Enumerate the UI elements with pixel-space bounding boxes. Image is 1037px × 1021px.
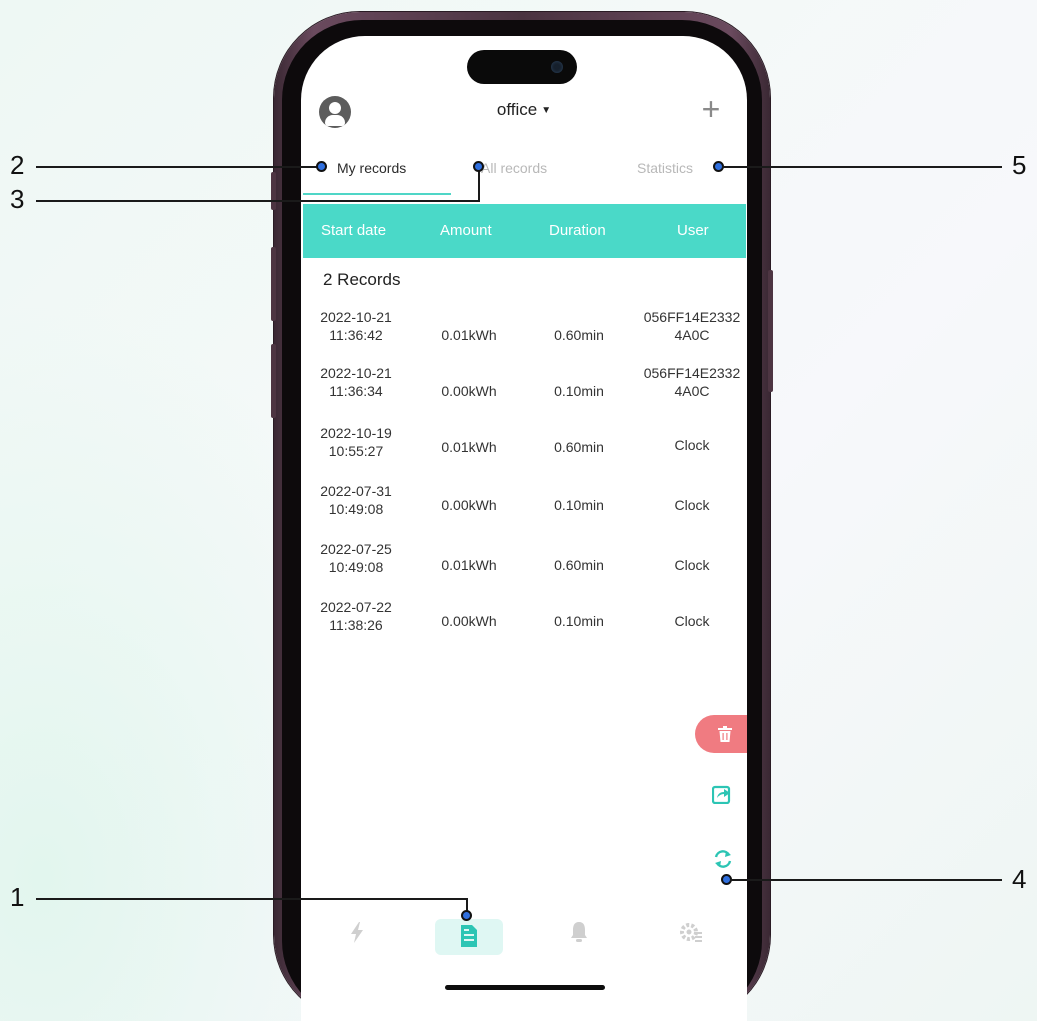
date-text: 2022-07-22 — [320, 599, 392, 615]
export-button[interactable] — [711, 784, 732, 809]
start-date-cell: 2022-07-31 10:49:08 — [301, 482, 411, 518]
user-text: 056FF14E2332 — [643, 365, 741, 381]
volume-down-button — [271, 344, 276, 418]
add-button[interactable]: + — [693, 92, 729, 128]
tab-statistics[interactable]: Statistics — [637, 160, 693, 176]
date-text: 2022-07-31 — [320, 483, 392, 499]
lightning-icon — [351, 922, 363, 943]
callout-vline-3 — [478, 167, 480, 202]
duration-cell: 0.10min — [554, 383, 604, 399]
time-text: 11:36:42 — [329, 327, 383, 343]
refresh-button[interactable] — [712, 848, 734, 875]
user-text-cont: 4A0C — [674, 327, 710, 343]
nav-item-settings[interactable] — [675, 916, 707, 948]
home-indicator[interactable] — [445, 985, 605, 990]
duration-cell: 0.10min — [554, 613, 604, 629]
caret-down-icon: ▼ — [541, 105, 552, 116]
duration-cell: 0.60min — [554, 557, 604, 573]
callout-number-4: 4 — [1012, 864, 1027, 894]
avatar-head-shape — [329, 102, 341, 114]
start-date-cell: 2022-07-22 11:38:26 — [301, 598, 411, 634]
callout-line-1 — [36, 898, 468, 900]
time-text: 10:49:08 — [328, 501, 384, 517]
callout-number-1: 1 — [10, 882, 25, 912]
column-header-amount: Amount — [440, 222, 492, 239]
power-button — [768, 270, 773, 392]
nav-item-notifications[interactable] — [563, 916, 595, 948]
callout-dot-3 — [473, 161, 484, 172]
table-row[interactable]: 2022-10-19 10:55:27 0.01kWh 0.60min Clock — [301, 424, 747, 480]
duration-cell: 0.10min — [554, 497, 604, 513]
tab-bar: My records All records Statistics — [301, 148, 747, 196]
date-text: 2022-10-21 — [320, 365, 392, 381]
document-icon — [461, 925, 477, 947]
callout-number-2: 2 — [10, 150, 25, 180]
user-cell: Clock — [674, 497, 710, 513]
share-icon — [711, 785, 731, 805]
table-row[interactable]: 2022-10-21 11:36:42 0.01kWh 0.60min 056FF… — [301, 308, 747, 364]
duration-cell: 0.60min — [554, 327, 604, 343]
table-row[interactable]: 2022-07-22 11:38:26 0.00kWh 0.10min Clock — [301, 598, 747, 654]
site-name: office — [496, 100, 538, 119]
action-button — [271, 172, 276, 210]
app-screen: office ▼ + My records All records Statist… — [301, 36, 747, 1021]
time-text: 10:49:08 — [328, 559, 384, 575]
callout-line-2 — [36, 166, 320, 168]
volume-up-button — [271, 247, 276, 321]
start-date-cell: 2022-10-19 10:55:27 — [301, 424, 411, 460]
callout-line-5 — [722, 166, 1002, 168]
amount-cell: 0.00kWh — [441, 383, 497, 399]
table-row[interactable]: 2022-07-31 10:49:08 0.00kWh 0.10min Clock — [301, 482, 747, 538]
table-row[interactable]: 2022-07-25 10:49:08 0.01kWh 0.60min Clock — [301, 540, 747, 596]
column-header-duration: Duration — [549, 222, 606, 239]
start-date-cell: 2022-10-21 11:36:42 — [301, 308, 411, 344]
bell-icon — [571, 922, 587, 942]
callout-line-4 — [730, 879, 1002, 881]
amount-cell: 0.00kWh — [441, 613, 497, 629]
table-row[interactable]: 2022-10-21 11:36:34 0.00kWh 0.10min 056FF… — [301, 364, 747, 420]
date-text: 2022-10-21 — [320, 309, 392, 325]
start-date-cell: 2022-10-21 11:36:34 — [301, 364, 411, 400]
tab-all-records[interactable]: All records — [481, 160, 547, 176]
user-text: 056FF14E2332 — [643, 309, 741, 325]
user-cell: Clock — [674, 437, 710, 453]
callout-number-5: 5 — [1012, 150, 1027, 180]
date-text: 2022-10-19 — [320, 425, 392, 441]
site-selector[interactable]: office ▼ — [451, 100, 597, 120]
trash-icon — [718, 726, 732, 742]
table-header: Start date Amount Duration User — [303, 204, 746, 258]
amount-cell: 0.00kWh — [441, 497, 497, 513]
settings-icon — [680, 923, 702, 942]
amount-cell: 0.01kWh — [441, 439, 497, 455]
nav-item-records[interactable] — [453, 920, 485, 952]
callout-number-3: 3 — [10, 184, 25, 214]
time-text: 10:55:27 — [328, 443, 384, 459]
camera-icon — [551, 61, 563, 73]
user-cell: Clock — [674, 557, 710, 573]
column-header-start-date: Start date — [321, 222, 387, 239]
time-text: 11:38:26 — [329, 617, 383, 633]
callout-dot-1 — [461, 910, 472, 921]
date-text: 2022-07-25 — [320, 541, 392, 557]
callout-dot-2 — [316, 161, 327, 172]
user-cell: 056FF14E2332 4A0C — [637, 308, 747, 344]
active-tab-indicator — [303, 193, 451, 195]
time-text: 11:36:34 — [329, 383, 383, 399]
avatar-body-shape — [325, 115, 345, 126]
callout-line-3 — [36, 200, 480, 202]
delete-button[interactable] — [695, 715, 747, 753]
user-text-cont: 4A0C — [674, 383, 710, 399]
duration-cell: 0.60min — [554, 439, 604, 455]
start-date-cell: 2022-07-25 10:49:08 — [301, 540, 411, 576]
column-header-user: User — [677, 222, 709, 239]
user-cell: Clock — [674, 613, 710, 629]
user-cell: 056FF14E2332 4A0C — [637, 364, 747, 400]
tab-my-records[interactable]: My records — [337, 160, 406, 176]
nav-item-charging[interactable] — [341, 916, 373, 948]
amount-cell: 0.01kWh — [441, 557, 497, 573]
refresh-icon — [714, 850, 732, 868]
avatar[interactable] — [319, 96, 351, 128]
records-count: 2 Records — [323, 270, 401, 289]
amount-cell: 0.01kWh — [441, 327, 497, 343]
